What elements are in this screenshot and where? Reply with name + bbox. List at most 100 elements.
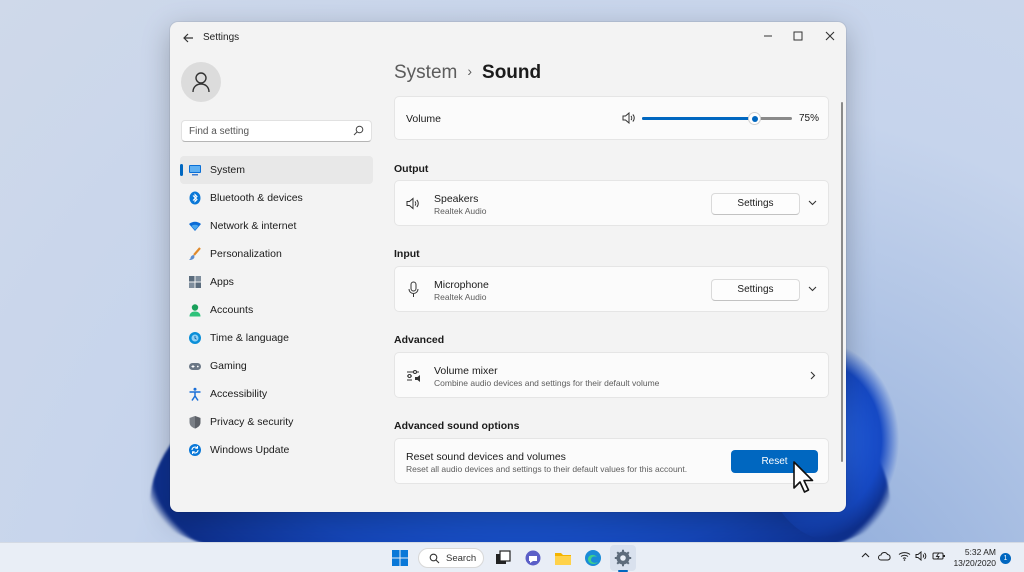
back-arrow-icon bbox=[183, 33, 193, 43]
volume-slider-fill bbox=[642, 117, 755, 120]
minimize-icon bbox=[764, 35, 772, 37]
chevron-down-icon[interactable] bbox=[808, 200, 817, 206]
chevron-down-icon[interactable] bbox=[808, 286, 817, 292]
search-placeholder: Find a setting bbox=[189, 126, 250, 137]
notification-badge[interactable]: 1 bbox=[1000, 553, 1011, 564]
speaker-icon[interactable] bbox=[622, 112, 636, 124]
breadcrumb-separator: › bbox=[467, 63, 473, 79]
sidebar-nav: System Bluetooth & devices Network & int… bbox=[180, 156, 373, 464]
mouse-cursor-icon bbox=[793, 461, 814, 493]
shield-icon bbox=[189, 416, 201, 429]
maximize-icon bbox=[793, 31, 803, 41]
volume-card: Volume 75% bbox=[394, 96, 829, 140]
cloud-icon[interactable] bbox=[878, 551, 891, 561]
reset-sound-description: Reset all audio devices and settings to … bbox=[406, 464, 688, 474]
volume-slider-thumb[interactable] bbox=[749, 113, 760, 124]
task-view-icon[interactable] bbox=[494, 549, 512, 567]
breadcrumb-parent[interactable]: System bbox=[394, 62, 457, 83]
sidebar-item-label: Windows Update bbox=[210, 444, 290, 456]
sidebar-item-bluetooth[interactable]: Bluetooth & devices bbox=[180, 184, 373, 212]
update-icon bbox=[189, 444, 201, 456]
volume-slider[interactable] bbox=[642, 113, 792, 124]
file-explorer-icon[interactable] bbox=[554, 549, 572, 567]
sidebar-item-apps[interactable]: Apps bbox=[180, 268, 373, 296]
volume-value: 75% bbox=[799, 113, 820, 124]
chevron-right-icon[interactable] bbox=[810, 371, 816, 380]
breadcrumb: System › Sound bbox=[394, 62, 541, 84]
sidebar-item-gaming[interactable]: Gaming bbox=[180, 352, 373, 380]
battery-icon[interactable] bbox=[932, 551, 946, 561]
output-settings-button[interactable]: Settings bbox=[711, 193, 800, 215]
output-device-name: Speakers bbox=[434, 193, 479, 205]
minimize-button[interactable] bbox=[756, 26, 780, 48]
sidebar-item-privacy[interactable]: Privacy & security bbox=[180, 408, 373, 436]
speaker-icon bbox=[406, 197, 419, 210]
back-button[interactable] bbox=[178, 28, 198, 48]
apps-icon bbox=[189, 276, 201, 288]
input-settings-button[interactable]: Settings bbox=[711, 279, 800, 301]
output-device-driver: Realtek Audio bbox=[434, 206, 487, 216]
sidebar-item-label: Gaming bbox=[210, 360, 247, 372]
sidebar-item-accounts[interactable]: Accounts bbox=[180, 296, 373, 324]
gamepad-icon bbox=[189, 363, 201, 370]
title-bar: Settings bbox=[170, 22, 846, 54]
taskbar: Search 5:32 AM 13/20/2020 1 bbox=[0, 542, 1024, 572]
input-device-driver: Realtek Audio bbox=[434, 292, 487, 302]
edge-browser-icon[interactable] bbox=[584, 549, 602, 567]
system-icon bbox=[189, 165, 201, 176]
input-device-card[interactable]: Microphone Realtek Audio Settings bbox=[394, 266, 829, 312]
sidebar-item-label: Network & internet bbox=[210, 220, 297, 232]
output-header: Output bbox=[394, 163, 429, 175]
close-button[interactable] bbox=[818, 26, 842, 48]
clock-time: 5:32 AM bbox=[964, 547, 996, 557]
sidebar-item-label: Privacy & security bbox=[210, 416, 294, 428]
advanced-sound-header: Advanced sound options bbox=[394, 420, 520, 432]
maximize-button[interactable] bbox=[786, 26, 810, 48]
sidebar-item-accessibility[interactable]: Accessibility bbox=[180, 380, 373, 408]
input-device-name: Microphone bbox=[434, 279, 489, 291]
globe-clock-icon bbox=[189, 332, 201, 344]
settings-gear-icon[interactable] bbox=[614, 549, 632, 567]
search-icon bbox=[353, 125, 364, 136]
user-icon bbox=[192, 72, 210, 93]
volume-status-icon[interactable] bbox=[915, 551, 928, 561]
reset-sound-title: Reset sound devices and volumes bbox=[406, 451, 566, 463]
brush-icon bbox=[189, 247, 201, 260]
sidebar-item-windows-update[interactable]: Windows Update bbox=[180, 436, 373, 464]
volume-mixer-description: Combine audio devices and settings for t… bbox=[434, 378, 660, 388]
chevron-up-icon[interactable] bbox=[861, 551, 870, 560]
windows-start-icon[interactable] bbox=[391, 549, 409, 567]
volume-mixer-card[interactable]: Volume mixer Combine audio devices and s… bbox=[394, 352, 829, 398]
sidebar-item-label: Personalization bbox=[210, 248, 282, 260]
taskbar-search-label: Search bbox=[446, 553, 477, 564]
scrollbar[interactable] bbox=[841, 102, 843, 462]
search-icon bbox=[429, 553, 440, 564]
sidebar-item-system[interactable]: System bbox=[180, 156, 373, 184]
sidebar-item-time-language[interactable]: Time & language bbox=[180, 324, 373, 352]
advanced-header: Advanced bbox=[394, 334, 445, 346]
volume-mixer-title: Volume mixer bbox=[434, 365, 498, 377]
sidebar-item-network[interactable]: Network & internet bbox=[180, 212, 373, 240]
sidebar-item-label: Accessibility bbox=[210, 388, 268, 400]
sidebar-item-label: Accounts bbox=[210, 304, 254, 316]
reset-sound-card: Reset sound devices and volumes Reset al… bbox=[394, 438, 829, 484]
accessibility-icon bbox=[189, 387, 201, 401]
search-input[interactable]: Find a setting bbox=[181, 120, 372, 142]
sidebar-item-personalization[interactable]: Personalization bbox=[180, 240, 373, 268]
volume-label: Volume bbox=[406, 113, 442, 125]
mixer-icon bbox=[407, 370, 420, 382]
wifi-status-icon[interactable] bbox=[898, 551, 911, 561]
sidebar-item-label: Apps bbox=[210, 276, 234, 288]
output-device-card[interactable]: Speakers Realtek Audio Settings bbox=[394, 180, 829, 226]
page-title: Sound bbox=[482, 62, 542, 83]
taskbar-search[interactable]: Search bbox=[418, 548, 484, 568]
avatar[interactable] bbox=[181, 62, 221, 102]
sidebar-item-label: System bbox=[210, 164, 246, 176]
settings-window: Settings Find a setting System Bluetooth… bbox=[170, 22, 846, 512]
app-title: Settings bbox=[203, 32, 240, 43]
chat-icon[interactable] bbox=[524, 549, 542, 567]
input-header: Input bbox=[394, 248, 420, 260]
clock[interactable]: 5:32 AM 13/20/2020 bbox=[952, 547, 996, 569]
sidebar-item-label: Bluetooth & devices bbox=[210, 192, 303, 204]
close-icon bbox=[825, 31, 835, 41]
